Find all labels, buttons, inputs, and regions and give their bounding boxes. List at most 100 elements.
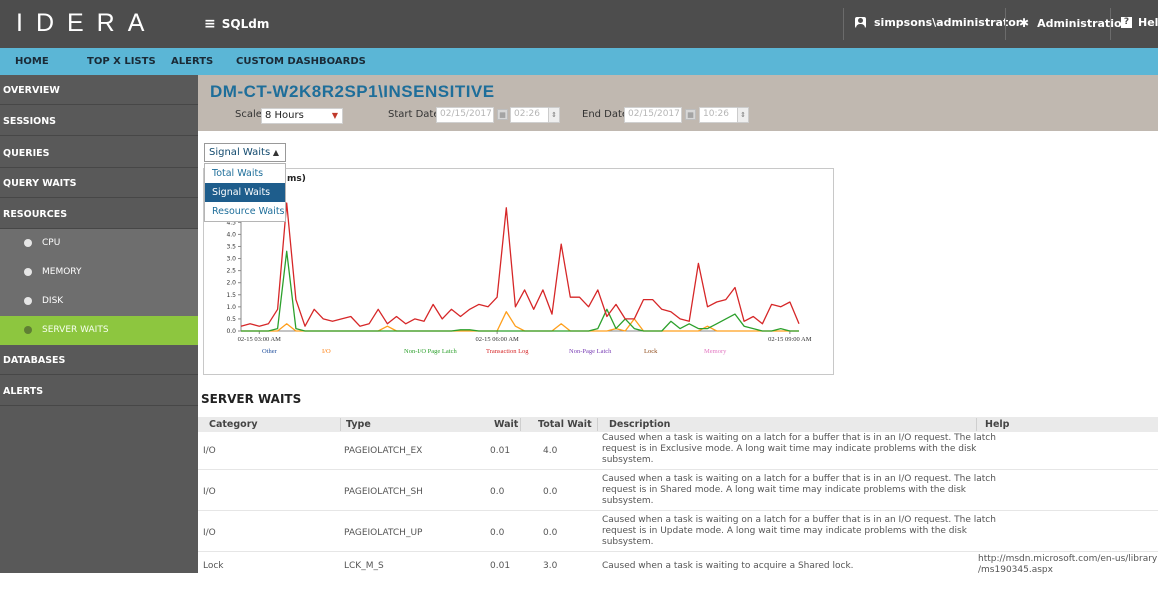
column-help[interactable]: Help bbox=[985, 419, 1009, 430]
start-date-label: Start Date: bbox=[388, 109, 443, 120]
cell-category: I/O bbox=[203, 487, 216, 497]
table-header: Category Type Wait Total Wait Descriptio… bbox=[198, 417, 1158, 432]
administration-label: Administration bbox=[1037, 16, 1130, 30]
column-category[interactable]: Category bbox=[209, 419, 258, 430]
y-tick-label: 0.5 bbox=[226, 316, 236, 323]
cell-type: PAGEIOLATCH_EX bbox=[344, 446, 423, 456]
cell-description: request is in Shared mode. A long wait t… bbox=[602, 485, 967, 495]
row-divider bbox=[198, 551, 1158, 552]
sidebar-item-resources[interactable]: RESOURCES bbox=[0, 199, 198, 229]
bullet-icon bbox=[24, 297, 32, 305]
column-wait[interactable]: Wait bbox=[494, 419, 518, 430]
option-total-waits[interactable]: Total Waits bbox=[205, 164, 285, 183]
end-time-input[interactable]: 10:26 bbox=[699, 107, 741, 123]
y-tick-label: 0.0 bbox=[226, 328, 236, 335]
bullet-icon bbox=[24, 326, 32, 334]
start-date-input[interactable]: 02/15/2017 bbox=[436, 107, 494, 123]
cell-total-wait: 0.0 bbox=[543, 487, 558, 497]
logo-text: IDERA bbox=[16, 9, 158, 37]
cell-total-wait: 3.0 bbox=[543, 561, 558, 571]
sidebar-subitem-cpu[interactable]: CPU bbox=[0, 229, 198, 258]
administration-link[interactable]: ✱ Administration bbox=[1019, 16, 1129, 30]
server-waits-chart: 0.0 0.5 1.0 1.5 2.0 2.5 3.0 3.5 4.0 4.5 02-15 03:0… bbox=[203, 168, 834, 375]
y-tick-label: 2.5 bbox=[226, 268, 236, 275]
cell-description: subsystem. bbox=[602, 496, 654, 506]
x-tick-label: 02-15 06:00 AM bbox=[475, 336, 519, 343]
cell-type: PAGEIOLATCH_SH bbox=[344, 487, 423, 497]
product-menu[interactable]: ≡ SQLdm bbox=[204, 16, 269, 32]
table-row[interactable]: I/O PAGEIOLATCH_SH 0.0 0.0 Caused when a… bbox=[198, 473, 1158, 509]
topbar-divider bbox=[1110, 8, 1111, 40]
chart-title: ms) bbox=[287, 174, 306, 184]
nav-alerts[interactable]: ALERTS bbox=[171, 56, 213, 67]
sidebar-subitem-label: CPU bbox=[42, 238, 61, 248]
product-name: SQLdm bbox=[221, 17, 270, 31]
scale-value: 8 Hours bbox=[265, 110, 304, 121]
chart-canvas: 0.00.51.01.52.02.53.03.54.04.502-15 03:0… bbox=[226, 202, 812, 355]
cell-category: I/O bbox=[203, 446, 216, 456]
scale-select[interactable]: 8 Hours ▼ bbox=[261, 108, 343, 124]
idera-logo[interactable]: IDERA bbox=[16, 9, 157, 38]
calendar-icon[interactable]: ▦ bbox=[685, 109, 696, 120]
user-name: simpsons\administrator bbox=[874, 16, 1022, 29]
sidebar-subitem-server-waits[interactable]: SERVER WAITS bbox=[0, 316, 198, 345]
sidebar-item-query-waits[interactable]: QUERY WAITS bbox=[0, 168, 198, 198]
start-time-input[interactable]: 02:26 bbox=[510, 107, 552, 123]
legend-item: Lock bbox=[644, 348, 658, 355]
cell-description: Caused when a task is waiting on a latch… bbox=[602, 474, 996, 484]
cell-help[interactable]: http://msdn.microsoft.com/en-us/library bbox=[978, 554, 1157, 565]
chevron-up-icon: ▲ bbox=[272, 148, 279, 157]
main-nav: HOME TOP X LISTS ALERTS CUSTOM DASHBOARD… bbox=[0, 48, 1158, 75]
help-link[interactable]: ? Hel bbox=[1121, 16, 1158, 29]
sidebar-subitem-disk[interactable]: DISK bbox=[0, 287, 198, 316]
cell-wait: 0.01 bbox=[490, 446, 511, 456]
nav-custom-dashboards[interactable]: CUSTOM DASHBOARDS bbox=[236, 56, 366, 67]
table-row[interactable]: I/O PAGEIOLATCH_EX 0.01 4.0 Caused when … bbox=[198, 432, 1158, 468]
table-row[interactable]: Lock LCK_M_S 0.01 3.0 Caused when a task… bbox=[198, 554, 1158, 591]
sidebar-item-overview[interactable]: OVERVIEW bbox=[0, 75, 198, 105]
help-icon: ? bbox=[1121, 17, 1132, 28]
sidebar-item-databases[interactable]: DATABASES bbox=[0, 345, 198, 375]
sidebar-item-sessions[interactable]: SESSIONS bbox=[0, 106, 198, 136]
column-divider bbox=[976, 418, 977, 431]
cell-category: Lock bbox=[203, 561, 224, 571]
option-resource-waits[interactable]: Resource Waits bbox=[205, 202, 285, 221]
spinner-icon[interactable]: ⇕ bbox=[548, 107, 560, 123]
hamburger-icon: ≡ bbox=[204, 16, 216, 32]
end-date-input[interactable]: 02/15/2017 bbox=[624, 107, 682, 123]
legend-item: Memory bbox=[704, 348, 727, 355]
cell-total-wait: 4.0 bbox=[543, 446, 558, 456]
user-menu[interactable]: simpsons\administrator bbox=[855, 16, 1021, 29]
column-type[interactable]: Type bbox=[346, 419, 371, 430]
series-line bbox=[240, 202, 800, 327]
legend-item: Transaction Log bbox=[486, 348, 529, 355]
calendar-icon[interactable]: ▦ bbox=[497, 109, 508, 120]
spinner-icon[interactable]: ⇕ bbox=[737, 107, 749, 123]
cell-description: request is in Exclusive mode. A long wai… bbox=[602, 444, 977, 454]
cell-wait: 0.01 bbox=[490, 561, 511, 571]
legend-item: Other bbox=[262, 348, 278, 355]
sidebar-subitem-label: DISK bbox=[42, 296, 64, 306]
user-icon bbox=[855, 17, 866, 28]
bullet-icon bbox=[24, 268, 32, 276]
y-tick-label: 1.0 bbox=[226, 304, 236, 311]
sidebar-item-queries[interactable]: QUERIES bbox=[0, 138, 198, 168]
y-tick-label: 4.0 bbox=[226, 231, 236, 238]
wait-type-select[interactable]: Signal Waits ▲ bbox=[204, 143, 286, 162]
cell-total-wait: 0.0 bbox=[543, 528, 558, 538]
gear-icon: ✱ bbox=[1019, 16, 1030, 30]
column-total-wait[interactable]: Total Wait bbox=[538, 419, 592, 430]
y-tick-label: 3.0 bbox=[226, 256, 236, 263]
cell-help[interactable]: /ms190345.aspx bbox=[978, 565, 1053, 576]
top-bar: IDERA ≡ SQLdm simpsons\administrator ✱ A… bbox=[0, 0, 1158, 48]
nav-top-x-lists[interactable]: TOP X LISTS bbox=[87, 56, 156, 67]
column-description[interactable]: Description bbox=[609, 419, 670, 430]
legend-item: I/O bbox=[322, 348, 331, 355]
nav-home[interactable]: HOME bbox=[15, 56, 49, 67]
option-signal-waits[interactable]: Signal Waits bbox=[205, 183, 285, 202]
column-divider bbox=[340, 418, 341, 431]
sidebar-item-alerts[interactable]: ALERTS bbox=[0, 376, 198, 406]
sidebar-subitem-memory[interactable]: MEMORY bbox=[0, 258, 198, 287]
table-row[interactable]: I/O PAGEIOLATCH_UP 0.0 0.0 Caused when a… bbox=[198, 514, 1158, 550]
x-tick-label: 02-15 03:00 AM bbox=[238, 336, 282, 343]
